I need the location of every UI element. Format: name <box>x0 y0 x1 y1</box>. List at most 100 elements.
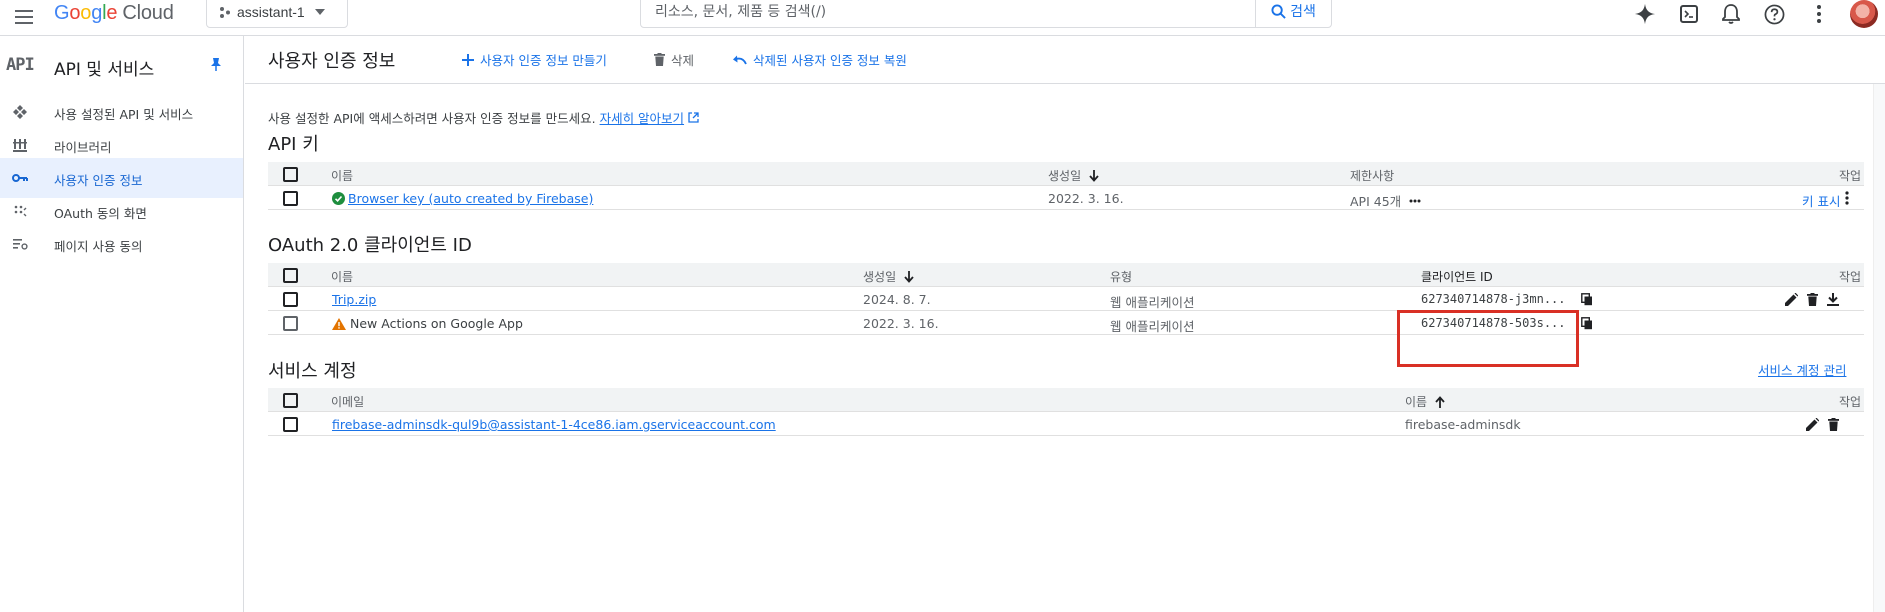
delete-row-button[interactable] <box>1825 416 1841 432</box>
logo-o2: o <box>80 2 92 24</box>
col-name: 이름 <box>331 270 354 284</box>
oauth-client-name[interactable]: New Actions on Google App <box>350 316 523 331</box>
page-header: 사용자 인증 정보 사용자 인증 정보 만들기 삭제 삭제된 사용자 인증 정보… <box>245 36 1885 84</box>
select-all-checkbox[interactable] <box>283 167 298 182</box>
delete-row-button[interactable] <box>1804 291 1820 307</box>
more-horiz-icon[interactable] <box>1409 199 1421 203</box>
manage-service-accounts-link[interactable]: 서비스 계정 관리 <box>1758 360 1846 379</box>
logo-g2: g <box>91 2 103 24</box>
edit-button[interactable] <box>1804 416 1820 432</box>
oauth-client-name-link[interactable]: Trip.zip <box>332 292 376 307</box>
page-consent-icon <box>12 236 28 252</box>
logo-g: G <box>54 2 70 24</box>
arrow-down-icon <box>1089 169 1099 182</box>
notifications-button[interactable] <box>1717 0 1745 28</box>
name-cell: Browser key (auto created by Firebase) <box>332 191 593 206</box>
api-keys-section-title: API 키 <box>268 134 319 155</box>
download-button[interactable] <box>1825 291 1841 307</box>
left-navigation: API API 및 서비스 사용 설정된 API 및 서비스 라이브러리 사용자… <box>0 36 244 612</box>
more-options-button[interactable] <box>1805 0 1833 28</box>
description-text: 사용 설정한 API에 액세스하려면 사용자 인증 정보를 만드세요. <box>268 111 596 126</box>
nav-header: API API 및 서비스 <box>0 44 244 84</box>
page-description: 사용 설정한 API에 액세스하려면 사용자 인증 정보를 만드세요. 자세히 … <box>268 108 699 127</box>
service-account-email-link[interactable]: firebase-adminsdk-qul9b@assistant-1-4ce8… <box>332 417 776 432</box>
help-button[interactable] <box>1760 0 1788 28</box>
api-hub-icon <box>12 104 28 120</box>
google-cloud-logo[interactable]: Google Cloud <box>54 1 174 25</box>
trash-icon <box>1827 417 1839 431</box>
main-content: 사용자 인증 정보 사용자 인증 정보 만들기 삭제 삭제된 사용자 인증 정보… <box>245 36 1885 612</box>
oauth-section-title: OAuth 2.0 클라이언트 ID <box>268 235 472 256</box>
edit-button[interactable] <box>1783 291 1799 307</box>
project-nodes-icon <box>220 7 230 18</box>
restore-deleted-button[interactable]: 삭제된 사용자 인증 정보 복원 <box>732 50 907 69</box>
col-name-label: 이름 <box>1405 395 1428 409</box>
table-row: New Actions on Google App 2022. 3. 16. 웹… <box>268 311 1864 335</box>
col-client-id: 클라이언트 ID <box>1421 270 1493 284</box>
vertical-scrollbar[interactable] <box>1873 84 1885 612</box>
logo-google-text: Google <box>54 2 118 24</box>
restore-deleted-label: 삭제된 사용자 인증 정보 복원 <box>753 53 907 68</box>
created-cell: 2024. 8. 7. <box>863 292 931 307</box>
project-picker[interactable]: assistant-1 <box>206 0 348 28</box>
cloud-shell-button[interactable] <box>1675 0 1703 28</box>
copy-client-id-button[interactable] <box>1579 315 1595 331</box>
col-name: 이름 <box>331 169 354 183</box>
gemini-sparkle-button[interactable] <box>1631 0 1659 28</box>
sidebar-item-label: 페이지 사용 동의 <box>54 239 143 254</box>
service-account-name: firebase-adminsdk <box>1405 417 1521 432</box>
bell-icon <box>1722 4 1740 24</box>
search-input[interactable] <box>655 1 1255 23</box>
row-checkbox[interactable] <box>283 292 298 307</box>
select-all-checkbox[interactable] <box>283 268 298 283</box>
type-cell: 웹 애플리케이션 <box>1110 319 1195 334</box>
service-accounts-section-title: 서비스 계정 <box>268 361 357 382</box>
sidebar-item-page-consent[interactable]: 페이지 사용 동의 <box>0 224 243 264</box>
page-title: 사용자 인증 정보 <box>268 51 396 72</box>
table-header-row: 이름 생성일 유형 클라이언트 ID 작업 <box>268 263 1864 287</box>
trash-icon <box>654 53 665 66</box>
restore-icon <box>733 55 747 65</box>
copy-client-id-button[interactable] <box>1579 291 1595 307</box>
row-checkbox[interactable] <box>283 191 298 206</box>
col-actions: 작업 <box>1839 169 1862 183</box>
created-cell: 2022. 3. 16. <box>1048 191 1124 206</box>
sidebar-item-label: 라이브러리 <box>54 140 112 155</box>
trash-icon <box>1806 292 1818 306</box>
search-button[interactable]: 검색 <box>1255 0 1331 27</box>
row-more-button[interactable] <box>1839 190 1855 206</box>
row-checkbox[interactable] <box>283 417 298 432</box>
sidebar-item-label: 사용자 인증 정보 <box>54 173 143 188</box>
sparkle-icon <box>1634 3 1656 25</box>
api-key-name-link[interactable]: Browser key (auto created by Firebase) <box>348 191 593 206</box>
client-id-cell: 627340714878-503s... <box>1421 316 1566 330</box>
create-credentials-button[interactable]: 사용자 인증 정보 만들기 <box>462 50 607 69</box>
row-checkbox[interactable] <box>283 316 298 331</box>
open-in-new-icon <box>688 112 699 123</box>
arrow-up-icon <box>1435 395 1445 408</box>
main-menu-button[interactable] <box>12 5 36 29</box>
delete-button[interactable]: 삭제 <box>654 50 694 69</box>
arrow-down-icon <box>904 270 914 283</box>
learn-more-link[interactable]: 자세히 알아보기 <box>600 111 684 126</box>
table-header-row: 이름 생성일 제한사항 작업 <box>268 162 1864 186</box>
edit-pencil-icon <box>1805 417 1819 431</box>
col-created-sort[interactable]: 생성일 <box>1048 167 1099 184</box>
col-name-sort[interactable]: 이름 <box>1405 393 1445 410</box>
copy-icon <box>1581 292 1592 305</box>
select-all-checkbox[interactable] <box>283 393 298 408</box>
account-avatar[interactable] <box>1850 0 1878 28</box>
api-logo-icon: API <box>6 55 35 75</box>
restrictions-cell: API 45개 <box>1350 191 1421 210</box>
project-name: assistant-1 <box>237 4 305 20</box>
sidebar-item-label: OAuth 동의 화면 <box>54 206 147 221</box>
col-created-sort[interactable]: 생성일 <box>863 268 914 285</box>
table-header-row: 이메일 이름 작업 <box>268 388 1864 412</box>
key-icon <box>12 170 28 186</box>
show-key-link[interactable]: 키 표시 <box>1802 191 1840 210</box>
created-cell: 2022. 3. 16. <box>863 316 939 331</box>
copy-icon <box>1581 316 1592 329</box>
col-created-label: 생성일 <box>863 270 897 284</box>
col-email: 이메일 <box>331 395 365 409</box>
pin-icon[interactable] <box>210 57 222 71</box>
